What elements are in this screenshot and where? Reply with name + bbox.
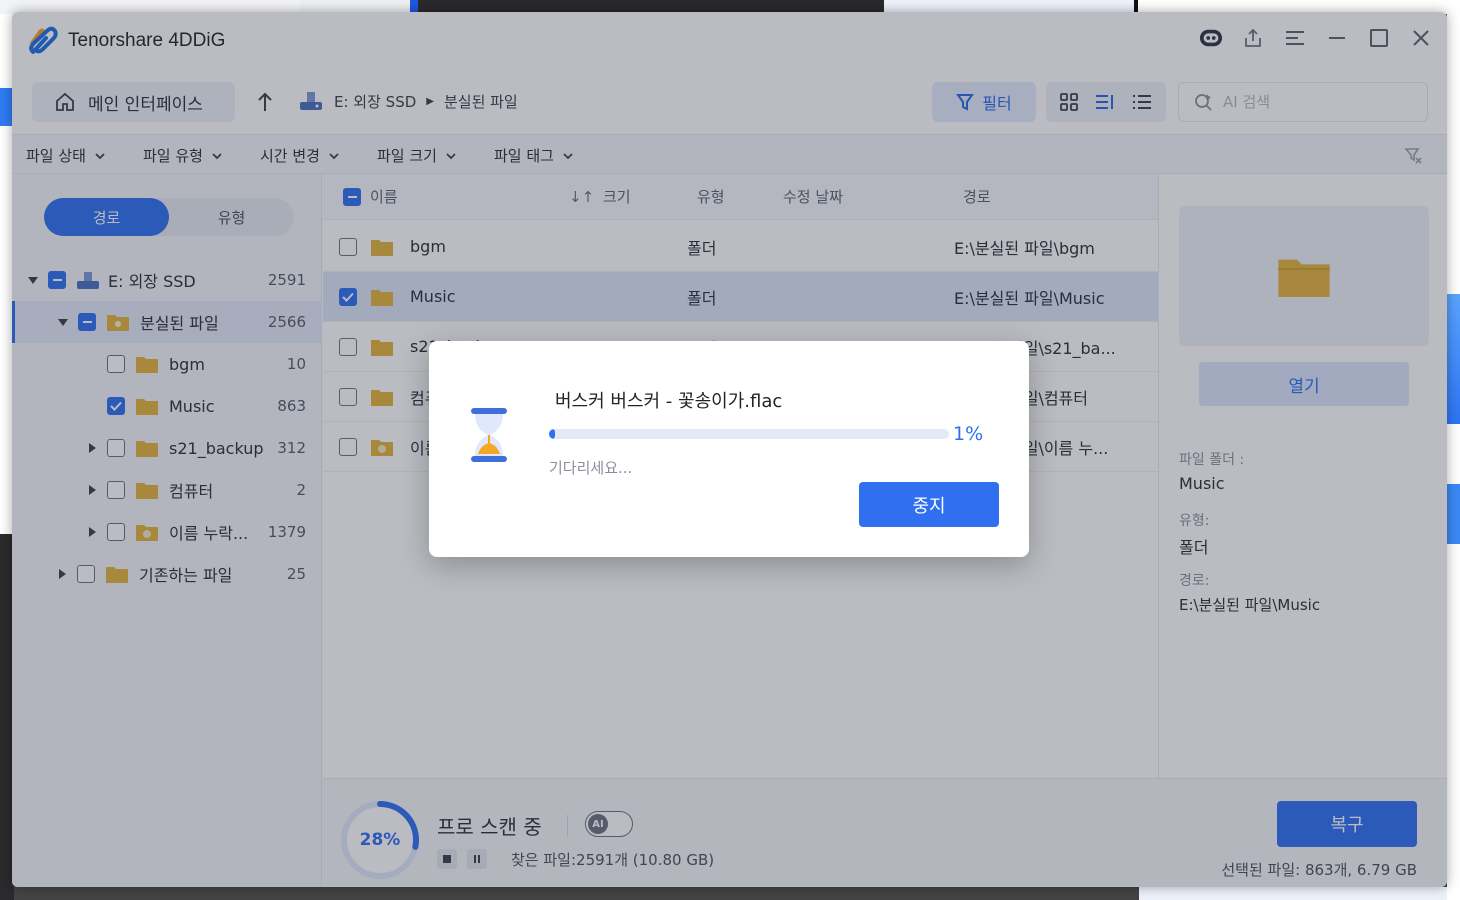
background-window [1447, 14, 1460, 900]
progress-fill [549, 429, 555, 439]
app-window: Tenorshare 4DDiG 메인 인터페이스 E: 외장 SSD ▶ 분실… [12, 12, 1447, 887]
stop-button[interactable]: 중지 [859, 482, 999, 527]
recovery-progress-bar [549, 429, 949, 439]
hourglass-icon [471, 408, 507, 462]
background-window [1139, 887, 1447, 900]
recovery-progress-percent: 1% [953, 423, 984, 445]
recovering-file-name: 버스커 버스커 - 꽃송이가.flac [555, 391, 783, 412]
recovery-progress-dialog: 버스커 버스커 - 꽃송이가.flac 1% 기다리세요... 중지 [429, 341, 1029, 557]
wait-message: 기다리세요... [549, 459, 633, 477]
background-window [14, 887, 1139, 900]
